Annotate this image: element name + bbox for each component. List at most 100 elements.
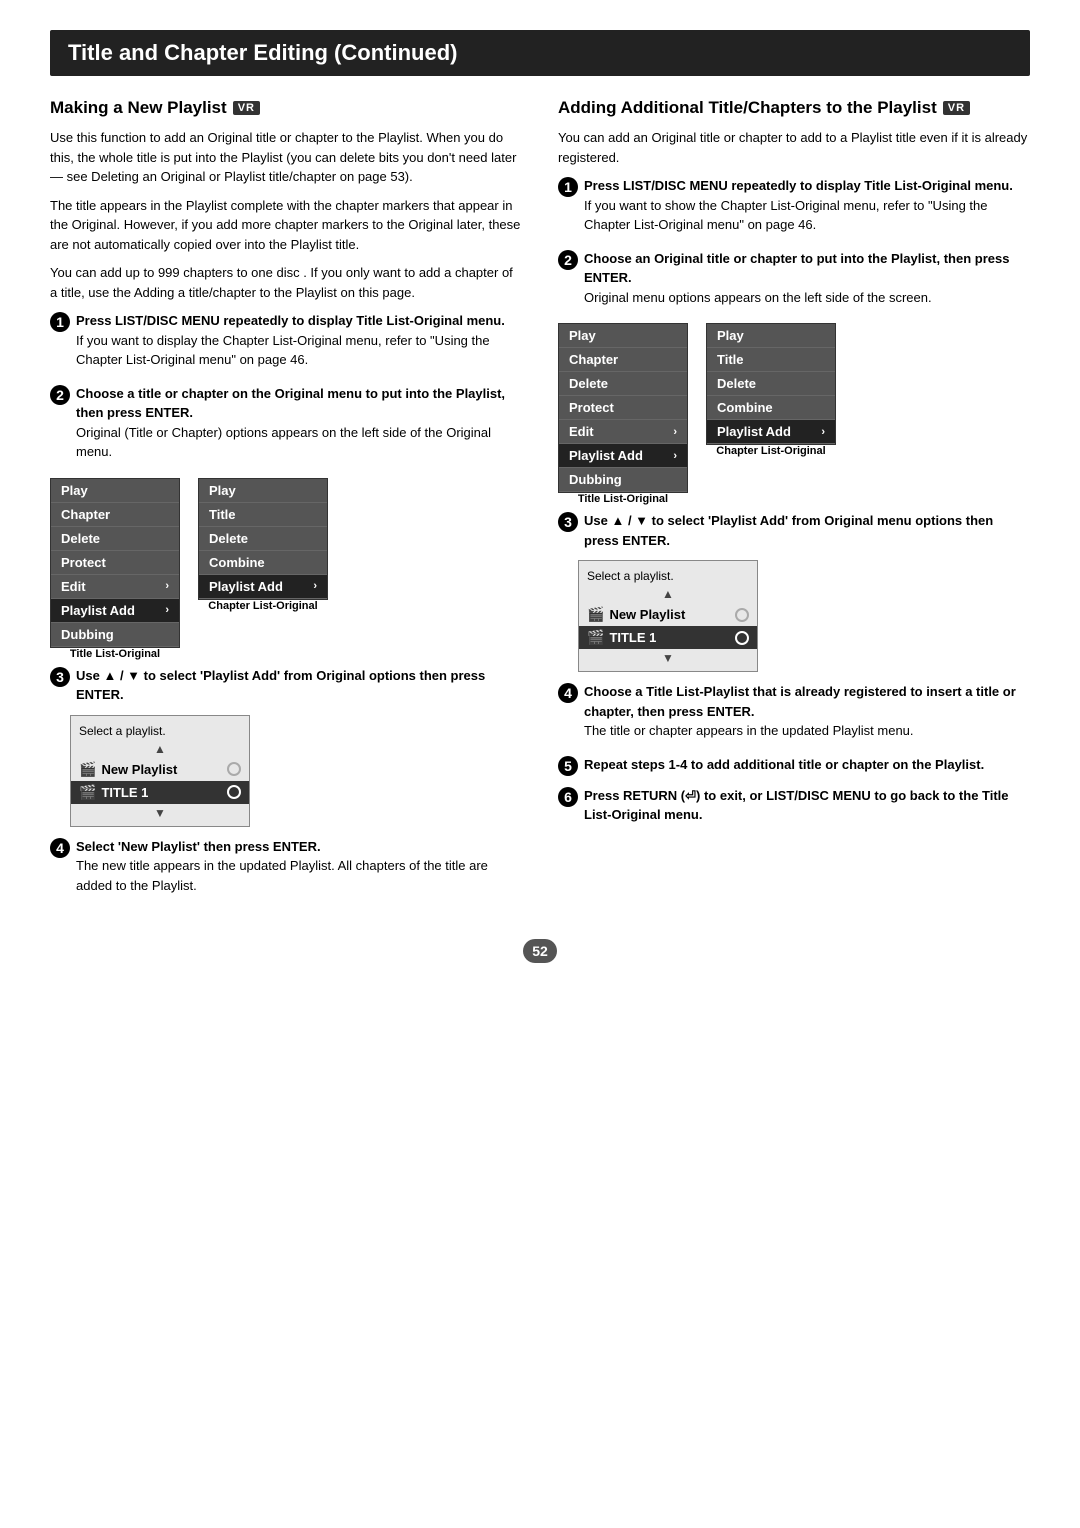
right-menu-row: Play Chapter Delete Protect Edit › Playl…: [558, 323, 1030, 505]
right-menu-play: Play: [559, 324, 687, 348]
left-edit-arrow: ›: [165, 580, 169, 592]
right-edit-arrow: ›: [673, 426, 677, 438]
left-ps-icon-new: 🎬: [79, 761, 96, 778]
left-step-4-bold: Select 'New Playlist' then press ENTER.: [76, 839, 321, 854]
right-ps-circle-new: [735, 608, 749, 622]
left-ps-label-new: New Playlist: [101, 762, 177, 777]
left-column: Making a New Playlist VR Use this functi…: [50, 98, 522, 909]
left-step-3-bold: Use ▲ / ▼ to select 'Playlist Add' from …: [76, 668, 485, 703]
left-step-2-content: Choose a title or chapter on the Origina…: [76, 384, 522, 466]
right-menu-dubbing: Dubbing: [559, 468, 687, 492]
right-step-5-content: Repeat steps 1-4 to add additional title…: [584, 755, 1030, 775]
left-ps-arrow-up: ▲: [71, 742, 249, 756]
right-menu-box-2-items: Play Title Delete Combine Playlist Add ›: [706, 323, 836, 445]
right-step-5-num: 5: [558, 756, 578, 776]
right-step-1: 1 Press LIST/DISC MENU repeatedly to dis…: [558, 176, 1030, 239]
left-step-2-text: Original (Title or Chapter) options appe…: [76, 423, 522, 462]
left-step-2: 2 Choose a title or chapter on the Origi…: [50, 384, 522, 466]
left-ps-item-title1: 🎬 TITLE 1: [71, 781, 249, 804]
left-ps-item-new-playlist: 🎬 New Playlist: [71, 758, 249, 781]
left-menu-box-1: Play Chapter Delete Protect Edit › Playl…: [50, 478, 180, 660]
right-menu-box-2: Play Title Delete Combine Playlist Add ›…: [706, 323, 836, 457]
right-intro: You can add an Original title or chapter…: [558, 128, 1030, 167]
right-step-4-num: 4: [558, 683, 578, 703]
right-step-3-bold: Use ▲ / ▼ to select 'Playlist Add' from …: [584, 513, 993, 548]
right-menu2-play: Play: [707, 324, 835, 348]
left-menu-playlist-add: Playlist Add ›: [51, 599, 179, 623]
right-ps-label-title1: TITLE 1: [609, 630, 656, 645]
left-heading-text: Making a New Playlist: [50, 98, 227, 118]
left-step-4-text: The new title appears in the updated Pla…: [76, 856, 522, 895]
right-step-3-num: 3: [558, 512, 578, 532]
left-menu-caption-2: Chapter List-Original: [198, 600, 328, 612]
left-vr-badge: VR: [233, 101, 260, 115]
right-menu-caption-1: Title List-Original: [558, 493, 688, 505]
right-column: Adding Additional Title/Chapters to the …: [558, 98, 1030, 835]
right-ps-label-new: New Playlist: [609, 607, 685, 622]
right-step-2: 2 Choose an Original title or chapter to…: [558, 249, 1030, 312]
right-step-4: 4 Choose a Title List-Playlist that is a…: [558, 682, 1030, 745]
left-intro-p1: Use this function to add an Original tit…: [50, 128, 522, 187]
left-ps-label: Select a playlist.: [71, 722, 249, 742]
right-ps-icon-new: 🎬: [587, 606, 604, 623]
left-intro-p2: The title appears in the Playlist comple…: [50, 196, 522, 255]
right-ps-label: Select a playlist.: [579, 567, 757, 587]
right-menu2-playlist-arrow: ›: [821, 426, 825, 438]
page-number-area: 52: [50, 939, 1030, 963]
left-step-4-num: 4: [50, 838, 70, 858]
right-ps-icon-title1: 🎬: [587, 629, 604, 646]
right-step-1-text: If you want to show the Chapter List-Ori…: [584, 196, 1030, 235]
right-menu2-delete: Delete: [707, 372, 835, 396]
right-ps-arrow-up: ▲: [579, 587, 757, 601]
left-step-3-content: Use ▲ / ▼ to select 'Playlist Add' from …: [76, 666, 522, 705]
left-step-1-content: Press LIST/DISC MENU repeatedly to displ…: [76, 311, 522, 374]
right-step-4-text: The title or chapter appears in the upda…: [584, 721, 1030, 741]
right-playlist-selector: Select a playlist. ▲ 🎬 New Playlist 🎬 TI…: [578, 560, 758, 672]
left-menu-protect: Protect: [51, 551, 179, 575]
left-intro-p3: You can add up to 999 chapters to one di…: [50, 263, 522, 302]
right-step-6: 6 Press RETURN (⏎) to exit, or LIST/DISC…: [558, 786, 1030, 825]
left-menu-box-1-items: Play Chapter Delete Protect Edit › Playl…: [50, 478, 180, 648]
left-menu-row: Play Chapter Delete Protect Edit › Playl…: [50, 478, 522, 660]
left-playlist-arrow: ›: [165, 604, 169, 616]
left-menu-chapter: Chapter: [51, 503, 179, 527]
right-section-heading: Adding Additional Title/Chapters to the …: [558, 98, 1030, 118]
right-menu2-title: Title: [707, 348, 835, 372]
right-menu-edit: Edit ›: [559, 420, 687, 444]
right-step-6-bold: Press RETURN (⏎) to exit, or LIST/DISC M…: [584, 788, 1009, 823]
page-title: Title and Chapter Editing (Continued): [50, 30, 1030, 76]
left-menu-box-2-items: Play Title Delete Combine Playlist Add ›: [198, 478, 328, 600]
right-menu-caption-2: Chapter List-Original: [706, 445, 836, 457]
left-step-3-num: 3: [50, 667, 70, 687]
right-step-6-content: Press RETURN (⏎) to exit, or LIST/DISC M…: [584, 786, 1030, 825]
right-step-5: 5 Repeat steps 1-4 to add additional tit…: [558, 755, 1030, 776]
left-step-1-num: 1: [50, 312, 70, 332]
page-number: 52: [523, 939, 557, 963]
left-menu-delete: Delete: [51, 527, 179, 551]
right-step-1-content: Press LIST/DISC MENU repeatedly to displ…: [584, 176, 1030, 239]
right-menu2-playlist-add: Playlist Add ›: [707, 420, 835, 444]
right-step-2-num: 2: [558, 250, 578, 270]
left-step-2-bold: Choose a title or chapter on the Origina…: [76, 386, 505, 421]
right-playlist-arrow: ›: [673, 450, 677, 462]
right-menu-playlist-add: Playlist Add ›: [559, 444, 687, 468]
right-step-2-content: Choose an Original title or chapter to p…: [584, 249, 1030, 312]
left-ps-circle-title1: [227, 785, 241, 799]
right-menu2-combine: Combine: [707, 396, 835, 420]
right-menu-delete: Delete: [559, 372, 687, 396]
right-menu-protect: Protect: [559, 396, 687, 420]
left-section-heading: Making a New Playlist VR: [50, 98, 522, 118]
right-step-3-content: Use ▲ / ▼ to select 'Playlist Add' from …: [584, 511, 1030, 550]
right-step-6-num: 6: [558, 787, 578, 807]
left-menu2-playlist-arrow: ›: [313, 580, 317, 592]
left-menu-caption-1: Title List-Original: [50, 648, 180, 660]
left-menu2-play: Play: [199, 479, 327, 503]
right-step-2-bold: Choose an Original title or chapter to p…: [584, 251, 1009, 286]
left-playlist-selector: Select a playlist. ▲ 🎬 New Playlist 🎬 TI…: [70, 715, 250, 827]
left-step-1-text: If you want to display the Chapter List-…: [76, 331, 522, 370]
left-step-3: 3 Use ▲ / ▼ to select 'Playlist Add' fro…: [50, 666, 522, 705]
right-step-4-bold: Choose a Title List-Playlist that is alr…: [584, 684, 1016, 719]
left-ps-icon-title1: 🎬: [79, 784, 96, 801]
right-ps-item-new-playlist: 🎬 New Playlist: [579, 603, 757, 626]
left-menu2-title: Title: [199, 503, 327, 527]
